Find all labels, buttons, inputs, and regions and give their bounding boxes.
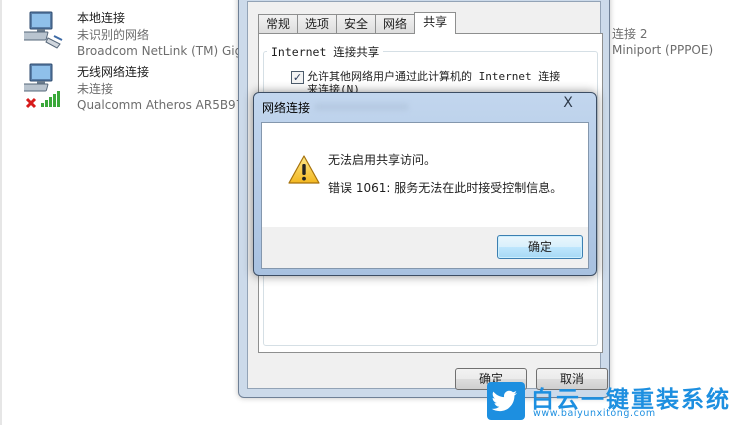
connection-status: 未连接 [77, 81, 114, 96]
error-message-primary: 无法启用共享访问。 [328, 153, 437, 167]
wireless-network-icon [24, 63, 60, 109]
connection-adapter: Broadcom NetLink (TM) Gigab [77, 44, 258, 58]
twitter-bird-icon [491, 390, 517, 412]
tab-general[interactable]: 常规 [258, 14, 299, 34]
allow-sharing-label-line1: 允许其他网络用户通过此计算机的 Internet 连接 [307, 70, 561, 83]
connection-adapter: Qualcomm Atheros AR5B97 W [77, 98, 260, 112]
tab-security[interactable]: 安全 [336, 14, 377, 34]
ics-group-title: Internet 连接共享 [267, 44, 384, 60]
warning-icon [288, 155, 320, 184]
tab-strip: 常规 选项 安全 网络 共享 [258, 12, 457, 34]
window-edge [0, 0, 2, 425]
connection-name: 本地连接 [77, 11, 126, 25]
tab-options[interactable]: 选项 [297, 14, 338, 34]
connection-name: 无线网络连接 [77, 65, 150, 79]
watermark-url: www.baiyunxitong.com [533, 408, 656, 419]
tab-sharing[interactable]: 共享 [414, 12, 457, 34]
dialog-title: 网络连接 [262, 101, 311, 115]
error-message-dialog: 网络连接 X 无法启用共享访问。 错误 1061: 服务无法在此时接受控制信息。… [253, 92, 597, 276]
message-content: 无法启用共享访问。 错误 1061: 服务无法在此时接受控制信息。 [262, 123, 588, 227]
blurred-title-region [314, 103, 409, 111]
connection-item-pppoe-adapter: Miniport (PPPOE) [612, 43, 714, 57]
watermark-icon-box [487, 382, 525, 420]
connection-status: 未识别的网络 [77, 27, 150, 42]
error-ok-button[interactable]: 确定 [497, 235, 583, 259]
close-button[interactable]: X [547, 94, 589, 112]
tab-networking[interactable]: 网络 [375, 14, 416, 34]
close-icon: X [563, 95, 573, 111]
wired-network-icon [24, 11, 63, 49]
allow-sharing-checkbox[interactable]: ✓ [291, 71, 304, 84]
dialog-client-area: 无法启用共享访问。 错误 1061: 服务无法在此时接受控制信息。 确定 [261, 122, 589, 269]
watermark-logo: 白云一键重装系统 www.baiyunxitong.com [487, 382, 737, 422]
error-message-detail: 错误 1061: 服务无法在此时接受控制信息。 [328, 181, 563, 195]
connection-item-pppoe-name[interactable]: 连接 2 [612, 26, 647, 43]
